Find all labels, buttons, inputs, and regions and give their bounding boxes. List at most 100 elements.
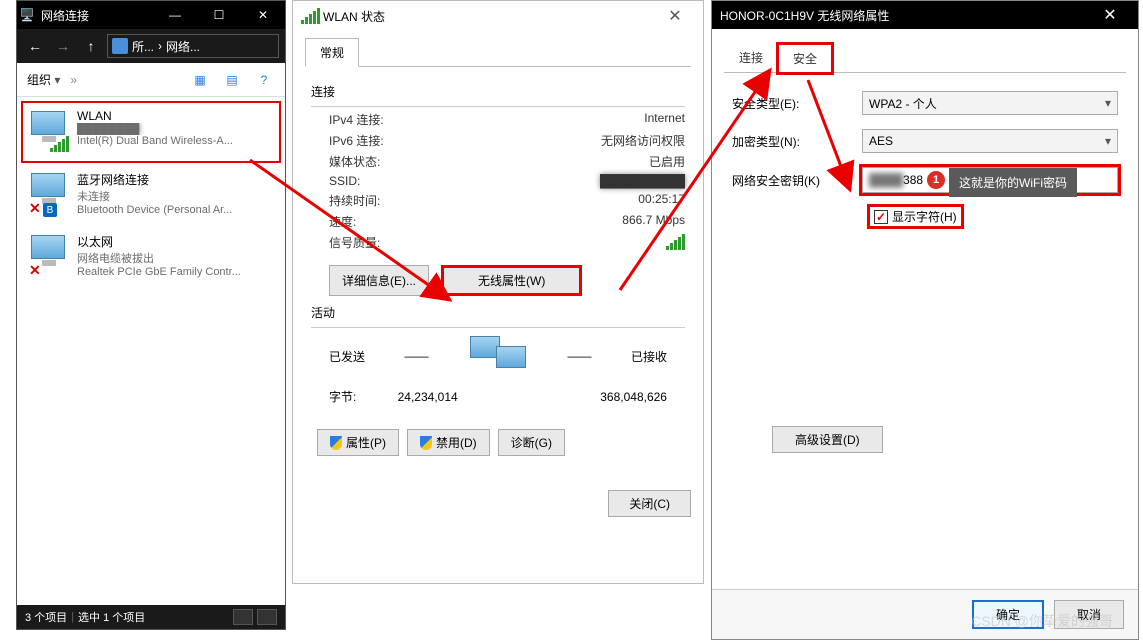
- view-list-icon[interactable]: ▤: [221, 71, 243, 89]
- media-label: 媒体状态:: [329, 153, 380, 170]
- ssid-label: SSID:: [329, 174, 360, 188]
- connection-item-bluetooth[interactable]: ✕ B 蓝牙网络连接 未连接 Bluetooth Device (Persona…: [21, 163, 281, 225]
- tiles-view-button[interactable]: [257, 609, 277, 625]
- window-title: 网络连接: [37, 7, 153, 24]
- x-icon: ✕: [29, 262, 41, 279]
- breadcrumb-2[interactable]: 网络...: [166, 38, 200, 55]
- signal-bars-icon: [50, 136, 69, 152]
- checkbox-checked-icon: ✓: [874, 210, 888, 224]
- window-title: HONOR-0C1H9V 无线网络属性: [720, 7, 1090, 24]
- password-tooltip: 这就是你的WiFi密码: [949, 168, 1077, 197]
- titlebar: 🖥️ 网络连接 — ☐ ✕: [17, 1, 285, 29]
- diagnose-button[interactable]: 诊断(G): [498, 429, 565, 456]
- signal-quality-icon: [666, 234, 685, 253]
- connection-name: 以太网: [77, 233, 273, 250]
- security-type-dropdown[interactable]: WPA2 - 个人: [862, 91, 1118, 115]
- signal-bars-icon: [301, 8, 319, 24]
- show-characters-checkbox[interactable]: ✓ 显示字符(H): [870, 207, 961, 226]
- x-icon: ✕: [29, 200, 41, 217]
- ok-button[interactable]: 确定: [972, 600, 1044, 629]
- address-bar[interactable]: 所... › 网络...: [107, 34, 279, 58]
- encryption-type-label: 加密类型(N):: [732, 133, 862, 150]
- advanced-settings-button[interactable]: 高级设置(D): [772, 426, 883, 453]
- network-connections-window: 🖥️ 网络连接 — ☐ ✕ ← → ↑ 所... › 网络... 组织 » ▦ …: [16, 0, 286, 630]
- security-type-label: 安全类型(E):: [732, 95, 862, 112]
- status-items: 3 个项目: [25, 609, 67, 625]
- tab-security[interactable]: 安全: [778, 44, 832, 73]
- shield-icon: [330, 436, 342, 450]
- ipv6-value: 无网络访问权限: [601, 132, 685, 149]
- wireless-properties-window: HONOR-0C1H9V 无线网络属性 ✕ 连接 安全 安全类型(E): WPA…: [711, 0, 1139, 640]
- network-key-label: 网络安全密钥(K): [732, 172, 862, 189]
- tab-bar: 连接 安全: [712, 29, 1138, 72]
- key-value-suffix: 388: [903, 173, 923, 187]
- wlan-status-window: WLAN 状态 ✕ 常规 连接 IPv4 连接: Internet IPv6 连接…: [292, 0, 704, 584]
- ethernet-icon: ✕: [29, 233, 69, 279]
- bt-badge-icon: B: [43, 203, 57, 217]
- wireless-properties-button[interactable]: 无线属性(W): [441, 265, 582, 296]
- help-icon[interactable]: ?: [253, 71, 275, 89]
- connection-item-ethernet[interactable]: ✕ 以太网 网络电缆被拔出 Realtek PCIe GbE Family Co…: [21, 225, 281, 287]
- chevron-right-icon: ›: [158, 39, 162, 53]
- maximize-button[interactable]: ☐: [197, 1, 241, 29]
- ipv4-label: IPv4 连接:: [329, 111, 384, 128]
- close-dialog-button[interactable]: 关闭(C): [608, 490, 691, 517]
- titlebar: WLAN 状态 ✕: [293, 1, 703, 31]
- organize-menu[interactable]: 组织: [27, 71, 60, 88]
- chevron-right-icon[interactable]: »: [70, 73, 77, 87]
- connection-name: 蓝牙网络连接: [77, 171, 273, 188]
- cancel-button[interactable]: 取消: [1054, 600, 1124, 629]
- key-value-prefix-blurred: ████: [869, 173, 903, 187]
- annotation-badge-1: 1: [927, 171, 945, 189]
- ipv4-value: Internet: [644, 111, 685, 128]
- received-bytes: 368,048,626: [600, 390, 667, 404]
- group-activity: 活动: [311, 304, 685, 321]
- up-button[interactable]: ↑: [79, 38, 103, 54]
- close-button[interactable]: ✕: [1090, 5, 1130, 25]
- wlan-icon: [29, 109, 69, 155]
- media-value: 已启用: [649, 153, 685, 170]
- tab-general[interactable]: 常规: [305, 38, 359, 67]
- sent-bytes: 24,234,014: [398, 390, 458, 404]
- received-label: 已接收: [631, 348, 667, 365]
- tab-connect[interactable]: 连接: [724, 43, 778, 72]
- nav-toolbar: ← → ↑ 所... › 网络...: [17, 29, 285, 63]
- speed-value: 866.7 Mbps: [622, 213, 685, 230]
- bytes-label: 字节:: [329, 388, 356, 405]
- close-button[interactable]: ✕: [241, 1, 285, 29]
- folder-icon: [112, 38, 128, 54]
- details-view-button[interactable]: [233, 609, 253, 625]
- disable-button[interactable]: 禁用(D): [407, 429, 490, 456]
- status-selected: 选中 1 个项目: [78, 609, 145, 625]
- network-key-input[interactable]: ████ 388 1 这就是你的WiFi密码: [862, 167, 1118, 193]
- view-thumb-icon[interactable]: ▦: [189, 71, 211, 89]
- connection-status: 网络电缆被拔出: [77, 250, 273, 266]
- duration-value: 00:25:17: [638, 192, 685, 209]
- dialog-button-row: 确定 取消: [712, 589, 1138, 639]
- activity-monitors-icon: [468, 336, 528, 376]
- connection-list: WLAN ████████ Intel(R) Dual Band Wireles…: [17, 97, 285, 291]
- breadcrumb-1[interactable]: 所...: [132, 38, 154, 55]
- back-button[interactable]: ←: [23, 38, 47, 54]
- titlebar: HONOR-0C1H9V 无线网络属性 ✕: [712, 1, 1138, 29]
- details-button[interactable]: 详细信息(E)...: [329, 265, 429, 296]
- shield-icon: [420, 436, 432, 450]
- speed-label: 速度:: [329, 213, 356, 230]
- connection-status: 未连接: [77, 188, 273, 204]
- connection-adapter: Realtek PCIe GbE Family Contr...: [77, 266, 273, 278]
- close-button[interactable]: ✕: [655, 6, 695, 26]
- encryption-type-dropdown[interactable]: AES: [862, 129, 1118, 153]
- connection-adapter: Bluetooth Device (Personal Ar...: [77, 204, 273, 216]
- properties-button[interactable]: 属性(P): [317, 429, 399, 456]
- group-connection: 连接: [311, 83, 685, 100]
- connection-name: WLAN: [77, 109, 273, 123]
- ipv6-label: IPv6 连接:: [329, 132, 384, 149]
- connection-item-wlan[interactable]: WLAN ████████ Intel(R) Dual Band Wireles…: [21, 101, 281, 163]
- minimize-button[interactable]: —: [153, 1, 197, 29]
- connection-ssid-blurred: ████████: [77, 123, 273, 135]
- window-title: WLAN 状态: [319, 8, 655, 25]
- signal-quality-label: 信号质量:: [329, 234, 380, 253]
- forward-button[interactable]: →: [51, 38, 75, 54]
- status-bar: 3 个项目 | 选中 1 个项目: [17, 605, 285, 629]
- network-icon: 🖥️: [17, 8, 37, 22]
